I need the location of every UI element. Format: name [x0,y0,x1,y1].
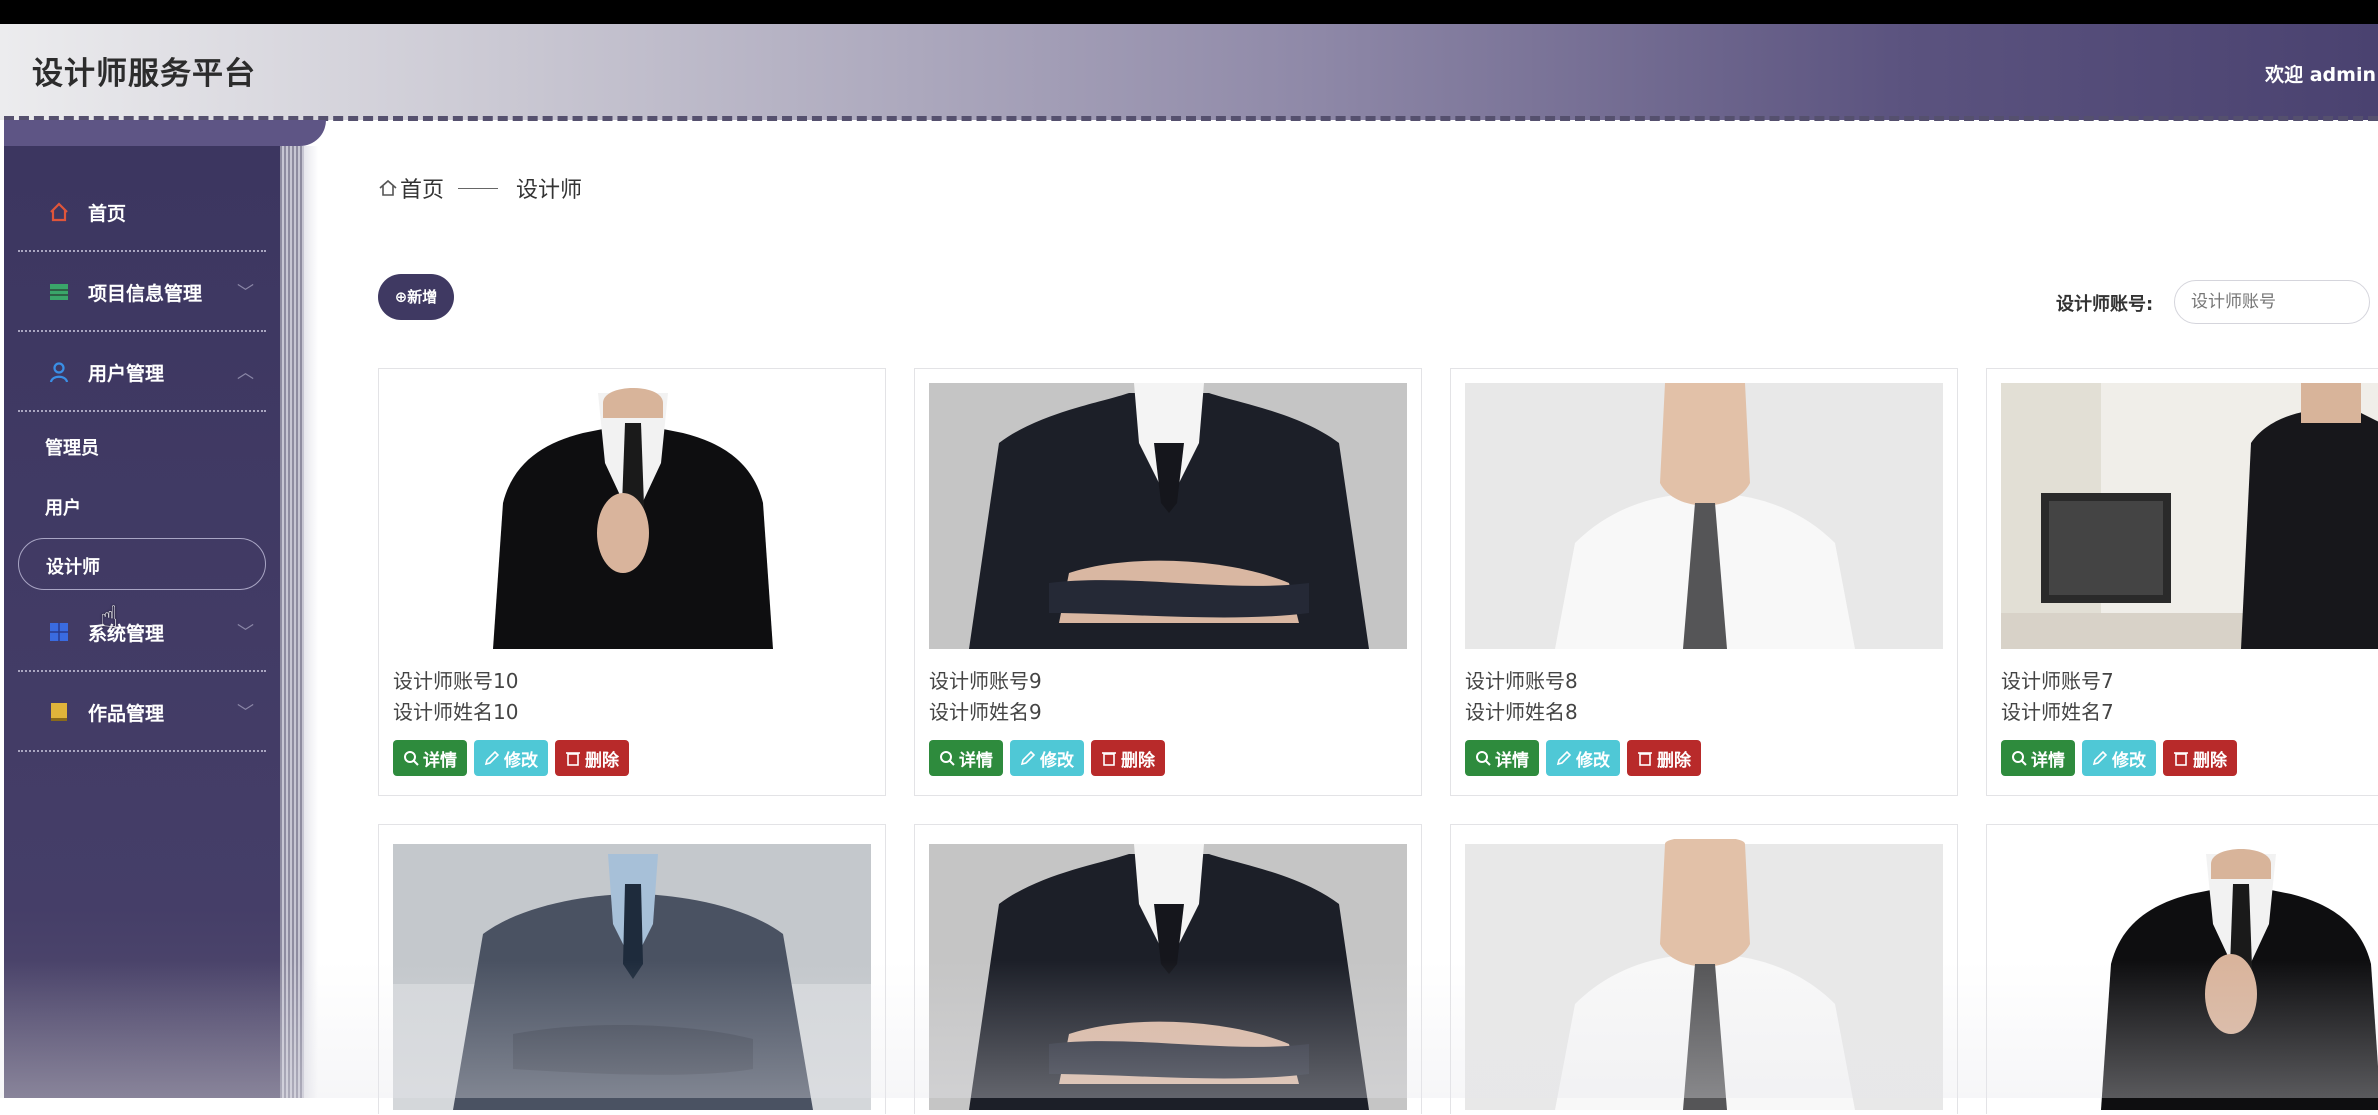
breadcrumb-home[interactable]: 首页 [400,172,444,204]
sidebar-item-works[interactable]: 作品管理 ﹀ [18,672,266,752]
header-divider [4,116,2378,121]
search-input[interactable] [2174,280,2370,324]
edit-icon [1556,750,1572,766]
sidebar-item-label: 用户管理 [88,363,165,385]
sidebar-subitem-label: 设计师 [46,557,100,578]
sidebar-tab [4,120,326,146]
edit-label: 修改 [2112,750,2146,771]
chevron-down-icon: ﹀ [237,623,254,643]
designer-account: 设计师账号7 [2001,669,2114,693]
edit-button[interactable]: 修改 [2082,740,2156,776]
designer-card [1986,824,2378,1114]
designer-name: 设计师姓名9 [929,700,1042,724]
designer-card: 设计师账号8 设计师姓名8 详情 修改 删除 [1450,368,1958,796]
designer-photo[interactable] [929,839,1407,1115]
trash-icon [566,752,580,766]
edit-label: 修改 [504,750,538,771]
designer-card [914,824,1422,1114]
designer-account: 设计师账号9 [929,669,1042,693]
designer-photo[interactable] [393,839,871,1115]
sidebar-item-project-info[interactable]: 项目信息管理 ﹀ [18,252,266,332]
delete-button[interactable]: 删除 [555,740,629,776]
sidebar-item-user-management[interactable]: 用户管理 ︿ [18,332,266,412]
designer-photo[interactable] [929,383,1407,649]
trash-icon [1638,752,1652,766]
sidebar-subitem-user[interactable]: 用户 [45,494,81,520]
chevron-down-icon: ﹀ [237,283,254,303]
edit-button[interactable]: 修改 [1010,740,1084,776]
designer-card: 设计师账号10 设计师姓名10 详情 修改 删除 [378,368,886,796]
edit-label: 修改 [1040,750,1074,771]
detail-label: 详情 [2031,750,2065,771]
sidebar-subitem-admin[interactable]: 管理员 [45,434,99,460]
sidebar-item-system[interactable]: 系统管理 ﹀ [18,592,266,672]
designer-photo[interactable] [2001,839,2378,1115]
add-button[interactable]: ⊕新增 [378,274,454,320]
search-icon [2012,751,2027,766]
breadcrumb-current: 设计师 [516,178,583,203]
table-icon [48,281,70,303]
delete-label: 删除 [585,750,619,771]
breadcrumb-separator [458,187,499,189]
designer-name: 设计师姓名7 [2001,700,2114,724]
designer-photo[interactable] [1465,839,1943,1115]
sidebar-rail [280,146,304,1098]
sidebar-subitem-designer[interactable]: 设计师 [18,538,266,590]
edit-button[interactable]: 修改 [1546,740,1620,776]
designer-account: 设计师账号8 [1465,669,1578,693]
edit-button[interactable]: 修改 [474,740,548,776]
detail-label: 详情 [959,750,993,771]
home-icon [48,201,70,223]
sidebar-item-label: 作品管理 [88,703,165,725]
search-icon [404,751,419,766]
designer-card [378,824,886,1114]
search-icon [1476,751,1491,766]
edit-icon [1020,750,1036,766]
sidebar-item-label: 首页 [88,203,127,225]
search-label: 设计师账号: [2056,294,2154,315]
home-icon [378,178,398,198]
content-edge [304,146,318,1098]
detail-button[interactable]: 详情 [2001,740,2075,776]
breadcrumb: 首页 设计师 [378,172,582,204]
trash-icon [2174,752,2188,766]
search-icon [940,751,955,766]
detail-label: 详情 [1495,750,1529,771]
designer-card: 设计师账号7 设计师姓名7 详情 修改 删除 [1986,368,2378,796]
chevron-up-icon: ︿ [237,363,254,383]
user-icon [48,361,70,383]
trash-icon [1102,752,1116,766]
delete-label: 删除 [2193,750,2227,771]
edit-label: 修改 [1576,750,1610,771]
designer-photo[interactable] [393,383,871,649]
designer-name: 设计师姓名8 [1465,700,1578,724]
delete-button[interactable]: 删除 [1627,740,1701,776]
detail-button[interactable]: 详情 [929,740,1003,776]
detail-button[interactable]: 详情 [393,740,467,776]
chevron-down-icon: ﹀ [237,703,254,723]
book-icon [48,701,70,723]
delete-label: 删除 [1121,750,1155,771]
designer-account: 设计师账号10 [393,669,519,693]
system-icon [48,621,70,643]
app-title: 设计师服务平台 [32,56,256,92]
delete-button[interactable]: 删除 [1091,740,1165,776]
delete-label: 删除 [1657,750,1691,771]
welcome-text[interactable]: 欢迎 admin [2265,60,2376,87]
delete-button[interactable]: 删除 [2163,740,2237,776]
edit-icon [484,750,500,766]
detail-label: 详情 [423,750,457,771]
detail-button[interactable]: 详情 [1465,740,1539,776]
mouse-cursor: ☝ [100,600,119,635]
top-black-strip [0,0,2378,24]
sidebar-item-label: 项目信息管理 [88,283,203,305]
designer-photo[interactable] [2001,383,2378,649]
designer-name: 设计师姓名10 [393,700,519,724]
app-header: 设计师服务平台 欢迎 admin [0,24,2378,120]
designer-photo[interactable] [1465,383,1943,649]
sidebar-item-home[interactable]: 首页 [18,172,266,252]
designer-card [1450,824,1958,1114]
edit-icon [2092,750,2108,766]
designer-card: 设计师账号9 设计师姓名9 详情 修改 删除 [914,368,1422,796]
